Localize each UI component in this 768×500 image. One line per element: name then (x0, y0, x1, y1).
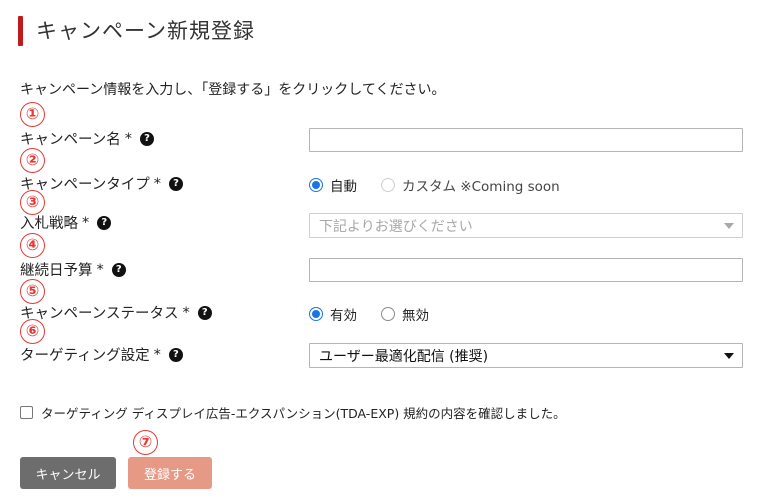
submit-button[interactable]: 登録する (128, 457, 212, 489)
daily-budget-input[interactable] (309, 258, 743, 282)
campaign-type-custom-radio (381, 178, 395, 192)
step-marker-7: ⑦ (133, 430, 158, 455)
status-active-radio[interactable] (309, 307, 323, 321)
targeting-label-text: ターゲティング設定 (20, 348, 150, 364)
step-marker-5: ⑤ (20, 279, 45, 304)
question-circle-icon[interactable]: ? (168, 347, 183, 362)
step-marker-1: ① (20, 102, 45, 127)
bid-strategy-label-text: 入札戦略 (20, 216, 78, 232)
campaign-name-label-text: キャンペーン名 (20, 132, 121, 148)
campaign-status-radio-group: 有効 無効 (309, 304, 429, 324)
campaign-status-label-text: キャンペーンステータス (20, 306, 179, 322)
campaign-type-auto-label[interactable]: 自動 (330, 175, 357, 195)
title-accent-bar (18, 16, 23, 46)
campaign-type-label: キャンペーンタイプ * ? (20, 173, 184, 194)
cancel-button[interactable]: キャンセル (20, 457, 116, 489)
question-circle-icon[interactable]: ? (169, 176, 184, 191)
question-circle-icon[interactable]: ? (197, 305, 212, 320)
bid-strategy-select[interactable]: 下記よりお選びください (309, 213, 743, 238)
step-marker-2: ② (20, 148, 45, 173)
campaign-name-label: キャンペーン名 * ? (20, 128, 155, 149)
campaign-type-auto-radio[interactable] (309, 178, 323, 192)
chevron-down-icon (724, 353, 734, 359)
agreement-checkbox[interactable] (20, 406, 33, 419)
step-marker-4: ④ (20, 233, 45, 258)
agreement-label[interactable]: ターゲティング ディスプレイ広告-エクスパンション(TDA-EXP) 規約の内容… (41, 403, 566, 422)
targeting-value: ユーザー最適化配信 (推奨) (319, 348, 489, 365)
required-mark: * (182, 304, 190, 321)
targeting-select[interactable]: ユーザー最適化配信 (推奨) (309, 343, 743, 368)
bid-strategy-label: 入札戦略 * ? (20, 212, 112, 233)
required-mark: * (153, 175, 162, 192)
daily-budget-label: 継続日予算 * ? (20, 259, 126, 280)
daily-budget-label-text: 継続日予算 (20, 263, 93, 279)
required-mark: * (96, 261, 104, 278)
status-inactive-label[interactable]: 無効 (402, 304, 429, 324)
campaign-status-label: キャンペーンステータス * ? (20, 302, 212, 323)
chevron-down-icon (724, 223, 734, 229)
campaign-type-radio-group: 自動 カスタム ※Coming soon (309, 175, 560, 195)
required-mark: * (153, 346, 161, 363)
page-title: キャンペーン新規登録 (36, 19, 255, 43)
bid-strategy-placeholder: 下記よりお選びください (319, 218, 473, 235)
status-inactive-radio[interactable] (381, 307, 395, 321)
agreement-row[interactable]: ターゲティング ディスプレイ広告-エクスパンション(TDA-EXP) 規約の内容… (20, 403, 566, 422)
campaign-type-label-text: キャンペーンタイプ (20, 177, 150, 193)
required-mark: * (124, 130, 133, 147)
campaign-type-custom-label: カスタム ※Coming soon (402, 179, 560, 195)
required-mark: * (82, 214, 90, 231)
status-active-label[interactable]: 有効 (330, 304, 357, 324)
intro-text: キャンペーン情報を入力し、「登録する」をクリックしてください。 (20, 82, 446, 98)
question-circle-icon[interactable]: ? (140, 131, 155, 146)
step-marker-6: ⑥ (20, 319, 45, 344)
targeting-label: ターゲティング設定 * ? (20, 344, 183, 365)
question-circle-icon[interactable]: ? (111, 262, 126, 277)
question-circle-icon[interactable]: ? (97, 215, 112, 230)
campaign-name-input[interactable] (309, 128, 743, 152)
